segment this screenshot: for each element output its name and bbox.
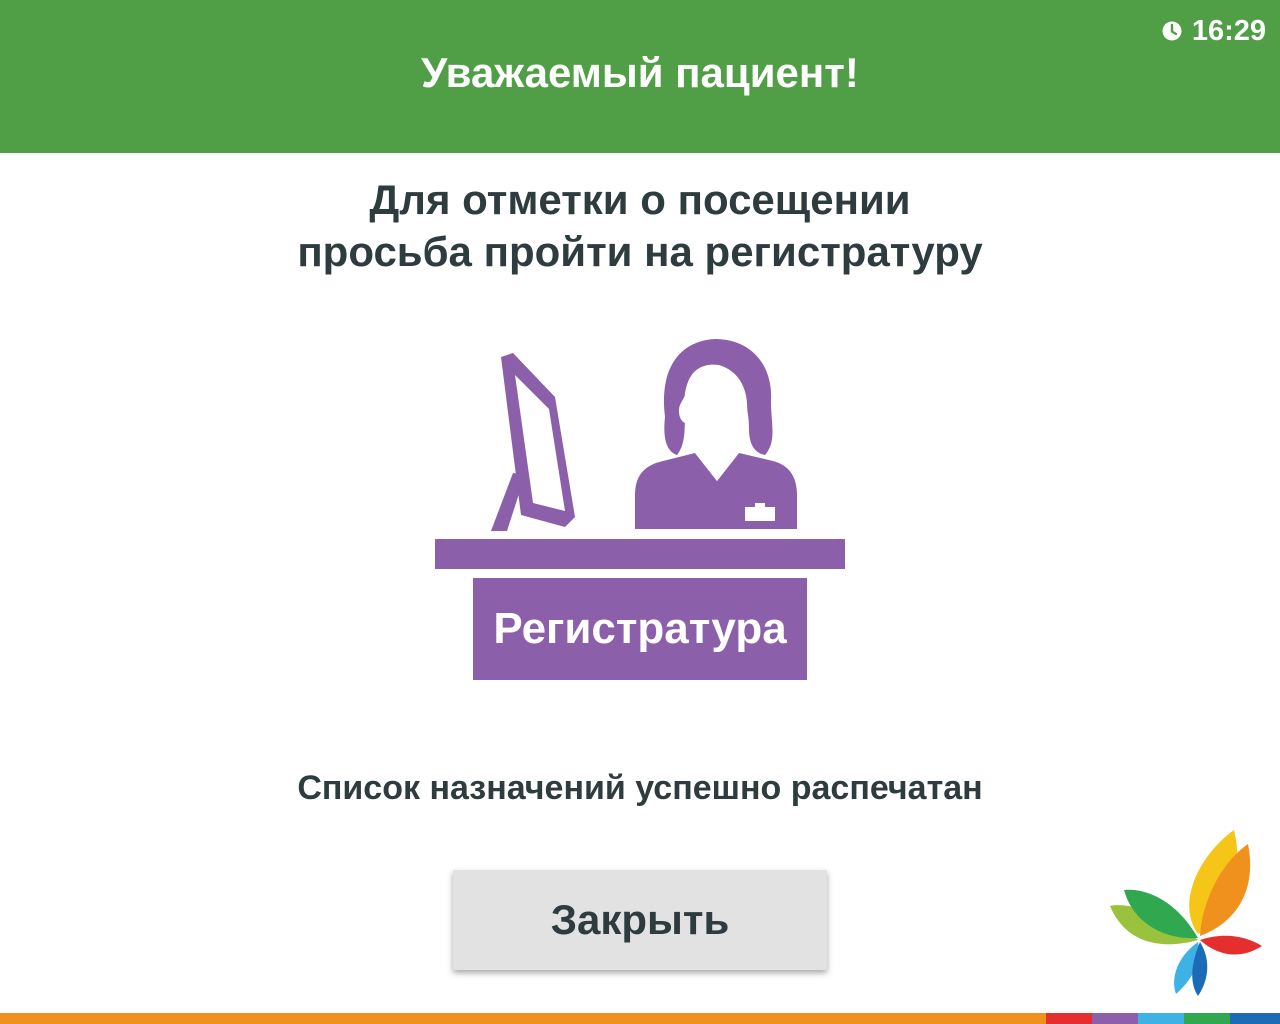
clock: 16:29 xyxy=(1162,12,1266,50)
footer-stripe xyxy=(0,1013,1280,1024)
header-bar: Уважаемый пациент! 16:29 xyxy=(0,0,1280,153)
instruction-line-1: Для отметки о посещении xyxy=(369,176,911,223)
instruction-line-2: просьба пройти на регистратуру xyxy=(297,228,983,275)
page-title: Уважаемый пациент! xyxy=(421,49,859,96)
close-button[interactable]: Закрыть xyxy=(453,870,827,970)
butterfly-logo-icon xyxy=(1110,830,1262,996)
desk-label: Регистратура xyxy=(493,604,787,653)
status-text: Список назначений успешно распечатан xyxy=(297,769,983,807)
instruction-message: Для отметки о посещении просьба пройти н… xyxy=(0,174,1280,278)
clock-icon xyxy=(1162,21,1182,41)
clock-time: 16:29 xyxy=(1191,14,1266,47)
